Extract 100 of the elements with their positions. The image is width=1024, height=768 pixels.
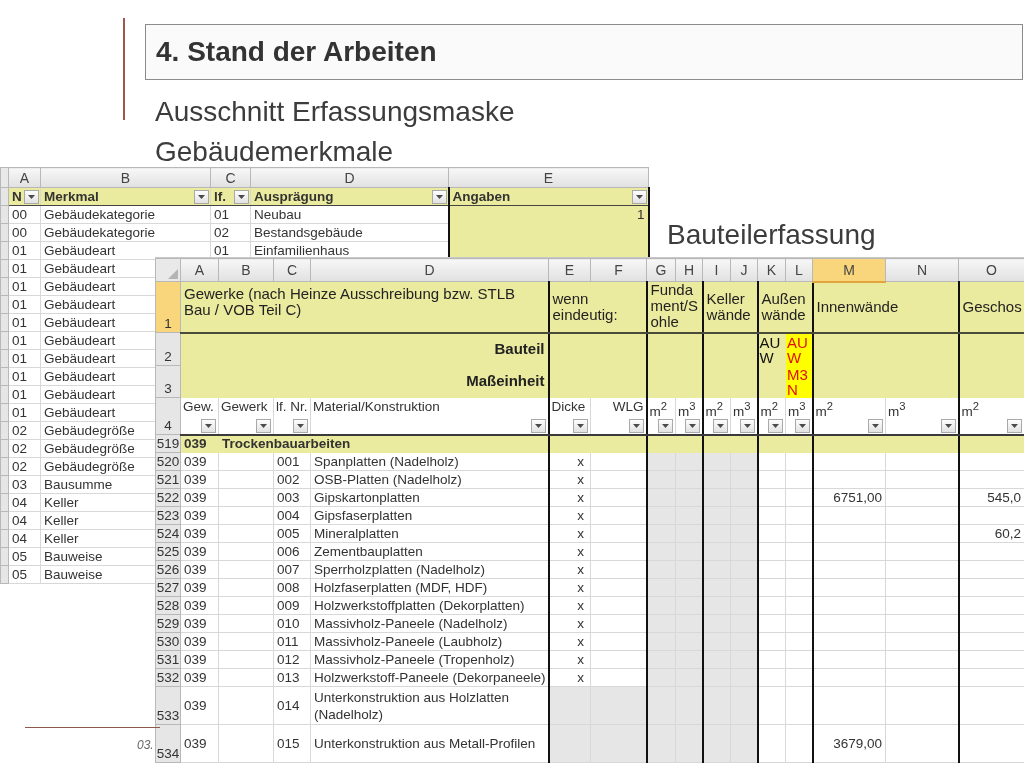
filter-button[interactable] [940, 418, 956, 433]
table-cell: 039 [180, 668, 219, 687]
filter-button[interactable] [530, 418, 546, 433]
table-cell: x [548, 452, 591, 471]
filter-button[interactable] [1007, 418, 1022, 433]
column-header[interactable]: B [40, 167, 211, 188]
filter-button[interactable] [431, 189, 447, 204]
table-cell: 007 [273, 560, 311, 579]
caret-down-icon [577, 423, 584, 428]
table-cell: 05 [8, 547, 41, 566]
table-cell: 04 [8, 529, 41, 548]
table-cell: 009 [273, 596, 311, 615]
table-cell: 01 [8, 331, 41, 350]
column-title: Angaben [452, 188, 511, 205]
filter-button[interactable] [713, 418, 728, 433]
filter-button[interactable] [684, 418, 700, 433]
table-cell: 039 [180, 686, 219, 725]
filter-button[interactable] [739, 418, 755, 433]
section-heading: Bauteilerfassung [667, 218, 876, 252]
footer-text: 03. [137, 738, 154, 752]
table-cell: x [548, 560, 591, 579]
table-cell: AUW [757, 332, 786, 365]
header-cell: wenn eindeutig: [548, 281, 647, 333]
filter-button[interactable] [768, 418, 783, 433]
table-cell: 001 [273, 452, 311, 471]
filter-button[interactable] [573, 418, 588, 433]
column-header[interactable]: E [448, 167, 649, 188]
header-cell: Gewerke (nach Heinze Ausschreibung bzw. STLB Bau / VOB Teil C) [180, 281, 549, 333]
filter-button[interactable] [24, 189, 39, 204]
table-cell: 014 [273, 686, 311, 725]
row-header[interactable]: 533 [155, 686, 181, 725]
table-cell: 004 [273, 506, 311, 525]
table-cell: 04 [8, 493, 41, 512]
slide-title: 4. Stand der Arbeiten [145, 24, 1023, 80]
column-header[interactable]: E [548, 258, 591, 282]
column-header[interactable]: D [310, 258, 549, 282]
caret-down-icon [635, 194, 643, 199]
column-header[interactable]: K [757, 258, 786, 282]
table-cell: 01 [8, 241, 41, 260]
column-title: N [12, 188, 22, 205]
caret-down-icon [238, 194, 245, 199]
column-header[interactable]: C [210, 167, 251, 188]
table-cell: 00 [8, 223, 41, 242]
caret-down-icon [743, 423, 751, 428]
column-header[interactable]: B [218, 258, 274, 282]
caret-down-icon [632, 423, 640, 428]
table-cell: 00 [8, 205, 41, 224]
table-cell: 01 [8, 277, 41, 296]
row-header[interactable]: 4 [155, 397, 181, 435]
table-cell: 015 [273, 724, 311, 763]
table-cell: 01 [210, 205, 251, 224]
table-cell: 039 [180, 724, 219, 763]
column-header[interactable]: D [250, 167, 449, 188]
column-title: lf. Nr. [276, 398, 308, 414]
header-cell: Außen wände [757, 281, 813, 333]
table-cell: 039 [180, 560, 219, 579]
column-header[interactable]: J [730, 258, 758, 282]
caret-down-icon [688, 423, 696, 428]
caret-down-icon [205, 423, 212, 428]
column-header[interactable]: O [958, 258, 1024, 282]
filter-button[interactable] [293, 418, 308, 433]
table-cell: 039 [180, 506, 219, 525]
table-cell: 039 [180, 452, 219, 471]
row-header[interactable]: 2 [155, 332, 181, 365]
row-header[interactable]: 3 [155, 365, 181, 397]
column-header[interactable]: G [646, 258, 676, 282]
table-cell: 01 [8, 385, 41, 404]
column-header[interactable]: L [785, 258, 813, 282]
triangle-icon [168, 269, 178, 279]
column-header[interactable]: A [8, 167, 41, 188]
table-cell: 02 [210, 223, 251, 242]
table-cell: 01 [8, 403, 41, 422]
column-header[interactable]: I [702, 258, 731, 282]
header-cell: Innenwände [812, 281, 959, 333]
column-title: m$^{3}$ [678, 398, 696, 418]
column-header[interactable]: F [590, 258, 647, 282]
column-header[interactable]: H [675, 258, 703, 282]
filter-button[interactable] [794, 418, 810, 433]
table-cell: x [548, 488, 591, 507]
header-cell: Fundament/Sohle [646, 281, 703, 333]
column-title: WLG [612, 398, 644, 414]
filter-button[interactable] [201, 418, 216, 433]
table-cell: 039 [180, 542, 219, 561]
filter-button[interactable] [256, 418, 271, 433]
row-header[interactable]: 1 [155, 281, 181, 333]
filter-button[interactable] [628, 418, 644, 433]
filter-button[interactable] [194, 189, 209, 204]
header-cell: Keller wände [702, 281, 758, 333]
row-header[interactable]: 534 [155, 724, 181, 763]
column-header[interactable]: M [812, 258, 886, 282]
filter-button[interactable] [234, 189, 249, 204]
filter-button[interactable] [658, 418, 673, 433]
column-title: Gewerk [221, 398, 268, 414]
filter-button[interactable] [868, 418, 883, 433]
table-cell: Gebäudekategorie [40, 205, 211, 224]
column-header[interactable]: C [273, 258, 311, 282]
column-header[interactable]: A [180, 258, 219, 282]
table-cell: 010 [273, 614, 311, 633]
column-header[interactable]: N [885, 258, 959, 282]
filter-button[interactable] [631, 189, 647, 204]
